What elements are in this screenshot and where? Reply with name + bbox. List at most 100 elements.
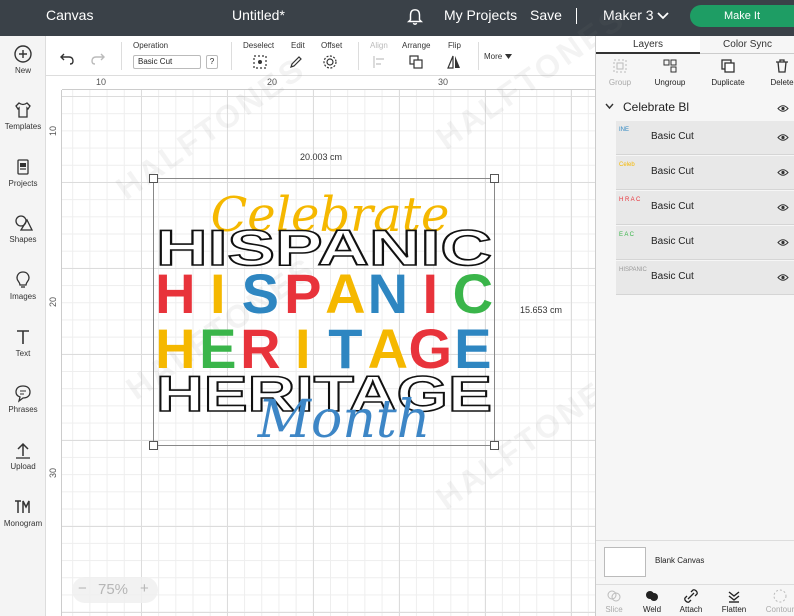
sidebar-item-projects[interactable]: Projects (0, 157, 46, 188)
pen-edit-icon[interactable] (288, 54, 304, 70)
sidebar-item-monogram[interactable]: Monogram (0, 497, 46, 528)
design-letter: I (210, 262, 226, 325)
eye-icon[interactable] (777, 168, 789, 177)
ungroup-button[interactable]: Ungroup (648, 58, 692, 87)
ungroup-label: Ungroup (654, 78, 686, 87)
sidebar-item-templates[interactable]: Templates (0, 100, 46, 131)
document-title[interactable]: Untitled* (232, 0, 285, 36)
text-t-icon (17, 330, 29, 344)
layer-thumbnail: H R A C (619, 197, 641, 203)
flip-label: Flip (448, 41, 461, 50)
resize-handle-bottom-right[interactable] (490, 441, 499, 450)
layer-row[interactable]: E A C Basic Cut (616, 226, 794, 260)
upload-arrow-icon (16, 442, 30, 459)
ruler-horizontal: 10 20 30 (62, 76, 595, 90)
flatten-icon (728, 591, 740, 603)
operation-help-button[interactable]: ? (206, 55, 218, 69)
projects-icon (17, 159, 29, 175)
tab-layers[interactable]: Layers (596, 36, 700, 54)
contour-button[interactable]: Contour (760, 589, 794, 614)
slice-button[interactable]: Slice (594, 589, 634, 614)
eye-icon[interactable] (777, 203, 789, 212)
sidebar-item-label: Upload (10, 462, 36, 471)
my-projects-link[interactable]: My Projects (444, 0, 517, 36)
sidebar-item-label: New (14, 66, 31, 75)
layer-row[interactable]: HISPANIC Basic Cut (616, 261, 794, 295)
attach-label: Attach (679, 605, 703, 614)
layer-name: Basic Cut (651, 236, 694, 247)
flatten-button[interactable]: Flatten (714, 589, 754, 614)
weld-button[interactable]: Weld (632, 589, 672, 614)
flip-icon[interactable] (446, 54, 462, 70)
layer-thumbnail: INE (619, 127, 630, 133)
resize-handle-top-left[interactable] (149, 174, 158, 183)
ruler-tick-label: 20 (48, 296, 59, 308)
sidebar-item-phrases[interactable]: Phrases (0, 383, 46, 414)
sidebar-item-upload[interactable]: Upload (0, 440, 46, 471)
offset-icon[interactable] (322, 54, 338, 70)
sidebar-item-label: Text (15, 349, 31, 358)
operation-label: Operation (133, 41, 169, 50)
sidebar-item-images[interactable]: Images (0, 270, 46, 301)
edit-label: Edit (291, 41, 305, 50)
sidebar-item-label: Shapes (9, 235, 37, 244)
layer-row[interactable]: Celeb Basic Cut (616, 156, 794, 190)
layer-name: Basic Cut (651, 166, 694, 177)
more-menu[interactable]: More (484, 52, 502, 61)
weld-icon (646, 591, 658, 601)
offset-label: Offset (321, 41, 343, 50)
arrange-label: Arrange (402, 41, 431, 50)
design-artwork: Celebrate HISPANIC HISPANIC HERITAGE HER… (155, 187, 493, 445)
chevron-down-icon[interactable] (605, 103, 614, 110)
ruler-tick-label: 10 (96, 77, 107, 87)
align-icon[interactable] (372, 54, 388, 70)
chevron-down-icon[interactable] (656, 11, 670, 21)
machine-select[interactable]: Maker 3 (603, 0, 654, 36)
resize-handle-bottom-left[interactable] (149, 441, 158, 450)
ruler-tick-label: 30 (438, 77, 449, 87)
attach-icon (684, 589, 698, 603)
arrange-icon[interactable] (408, 54, 424, 70)
deselect-label: Deselect (243, 41, 275, 50)
attach-button[interactable]: Attach (671, 589, 711, 614)
layer-row[interactable]: INE Basic Cut (616, 121, 794, 155)
sidebar-item-shapes[interactable]: Shapes (0, 213, 46, 244)
undo-icon[interactable] (59, 50, 75, 66)
sidebar-item-label: Monogram (3, 519, 43, 528)
design-letter: N (368, 262, 408, 325)
make-it-button[interactable]: Make It (690, 5, 794, 27)
delete-button[interactable]: Delete (760, 58, 794, 87)
contour-icon (773, 589, 787, 603)
save-button[interactable]: Save (530, 0, 562, 36)
tab-color-sync[interactable]: Color Sync (700, 36, 794, 54)
blank-canvas-row[interactable]: Blank Canvas (596, 540, 794, 584)
selected-design[interactable]: Celebrate HISPANIC HISPANIC HERITAGE HER… (149, 174, 499, 450)
hispanic-outline-text: HISPANIC (156, 220, 492, 276)
sidebar-item-new[interactable]: New (0, 44, 46, 75)
eye-icon[interactable] (777, 238, 789, 247)
zoom-out-button[interactable]: − (78, 580, 87, 597)
divider (576, 8, 577, 24)
eye-icon[interactable] (777, 273, 789, 282)
duplicate-icon (721, 59, 735, 73)
group-label: Group (608, 78, 632, 87)
sidebar-item-text[interactable]: Text (0, 327, 46, 358)
resize-handle-top-right[interactable] (490, 174, 499, 183)
layer-group-row[interactable]: Celebrate Bl (596, 99, 794, 117)
operation-select[interactable]: Basic Cut (133, 55, 201, 69)
group-button[interactable]: Group (598, 58, 642, 87)
eye-icon[interactable] (777, 133, 789, 142)
speech-bubble-icon (15, 385, 31, 403)
layer-name: Basic Cut (651, 271, 694, 282)
group-icon (613, 59, 627, 73)
sidebar-item-label: Projects (8, 179, 38, 188)
eye-icon[interactable] (777, 104, 789, 113)
zoom-in-button[interactable]: + (140, 580, 149, 597)
layer-row[interactable]: H R A C Basic Cut (616, 191, 794, 225)
duplicate-button[interactable]: Duplicate (706, 58, 750, 87)
design-letter: I (423, 262, 439, 325)
caret-down-icon[interactable] (505, 54, 512, 59)
bell-icon[interactable] (406, 8, 424, 26)
deselect-icon[interactable] (252, 54, 268, 70)
redo-icon[interactable] (90, 50, 106, 66)
